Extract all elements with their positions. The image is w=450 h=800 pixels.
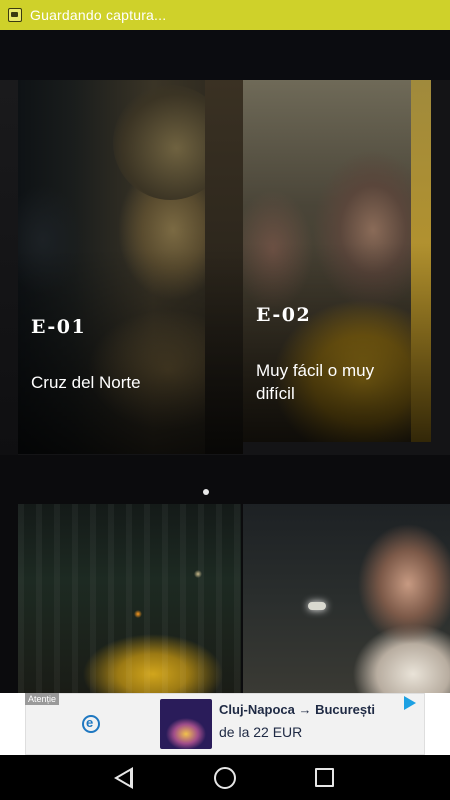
home-icon[interactable] [214, 767, 236, 789]
episode-card-1[interactable]: E-01 Cruz del Norte [18, 80, 243, 454]
recents-icon[interactable] [315, 768, 334, 787]
ad-banner[interactable]: Atenție Cluj-Napoca → București de la 22… [0, 693, 450, 755]
episode-code: E-01 [31, 316, 87, 338]
card-4-artwork [308, 602, 326, 610]
ad-thumbnail[interactable] [160, 699, 212, 749]
episode-card-2[interactable]: E-02 Muy fácil o muy difícil [243, 80, 431, 442]
content-card-4[interactable] [243, 504, 450, 694]
ad-price[interactable]: de la 22 EUR [219, 724, 302, 740]
episode-code: E-02 [256, 304, 312, 326]
card-3-artwork [18, 504, 241, 694]
app-header [0, 30, 450, 80]
carousel-page-indicator[interactable] [203, 489, 209, 495]
screenshot-icon [8, 8, 22, 22]
content-card-3[interactable] [18, 504, 241, 694]
episode-title: Cruz del Norte [31, 373, 141, 392]
e-logo-icon [82, 715, 100, 733]
carousel-left-edge [0, 80, 18, 455]
notification-text: Guardando captura... [30, 7, 167, 23]
status-bar: Guardando captura... [0, 0, 450, 30]
back-icon[interactable] [114, 767, 133, 789]
ad-attention-label: Atenție [25, 693, 60, 705]
navigation-bar [0, 755, 450, 800]
episode-title: Muy fácil o muy difícil [256, 361, 375, 403]
ad-route[interactable]: Cluj-Napoca → București [219, 702, 375, 717]
adchoices-play-icon[interactable] [404, 696, 416, 710]
card-shade [18, 80, 243, 454]
